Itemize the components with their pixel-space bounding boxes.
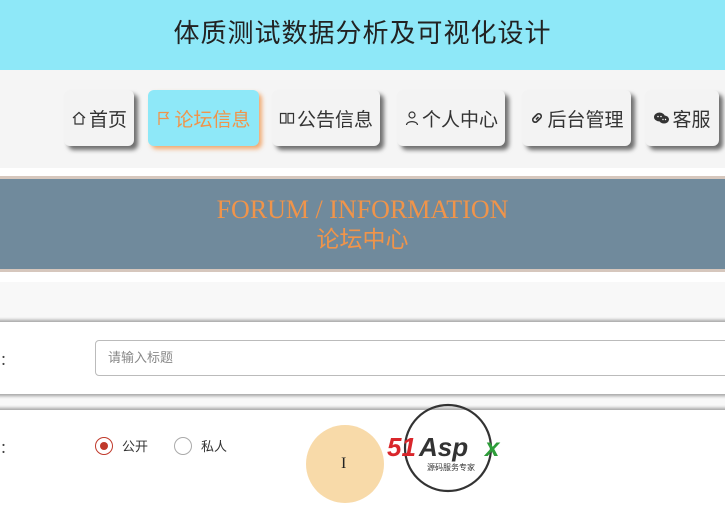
- watermark-logo: 51 Asp x 源码服务专家: [385, 402, 513, 498]
- nav-item-admin[interactable]: 后台管理: [522, 90, 631, 146]
- section-banner: FORUM / INFORMATION 论坛中心: [0, 176, 725, 272]
- chat-icon: [654, 112, 670, 124]
- radio-circle: [174, 436, 192, 455]
- nav-item-label: 后台管理: [547, 108, 624, 131]
- visibility-label: ：: [0, 441, 14, 457]
- banner-title-cn: 论坛中心: [316, 227, 409, 253]
- nav-item-label: 个人中心: [421, 108, 498, 131]
- user-icon: [405, 111, 419, 126]
- nav-item-home[interactable]: 首页: [64, 90, 134, 146]
- site-title: 体质测试数据分析及可视化设计: [173, 18, 552, 49]
- radio-private[interactable]: 私人: [174, 436, 227, 455]
- radio-label: 私人: [201, 440, 228, 455]
- nav-item-label: 公告信息: [296, 108, 373, 131]
- svg-text:源码服务专家: 源码服务专家: [427, 462, 475, 472]
- radio-public[interactable]: 公开: [95, 436, 148, 455]
- radio-circle: [95, 436, 113, 455]
- nav-item-label: 首页: [88, 108, 127, 131]
- link-icon: [532, 113, 543, 123]
- banner-title-en: FORUM / INFORMATION: [216, 195, 509, 224]
- home-icon: [72, 111, 86, 125]
- page-header: 体质测试数据分析及可视化设计: [0, 0, 725, 70]
- nav-item-forum[interactable]: 论坛信息: [148, 90, 259, 146]
- flag-icon: [158, 111, 170, 125]
- nav-item-label: 论坛信息: [174, 108, 251, 131]
- nav-item-notice[interactable]: 公告信息: [272, 90, 380, 146]
- title-input[interactable]: [95, 340, 725, 376]
- main-nav: 首页 论坛信息 公告信息 个人中心 后台管理 客服: [0, 70, 725, 168]
- title-label: ：: [0, 353, 14, 369]
- nav-item-service[interactable]: 客服: [645, 90, 719, 146]
- title-row: ：: [0, 322, 725, 394]
- book-icon: [279, 112, 295, 124]
- svg-text:Asp: Asp: [418, 432, 468, 462]
- text-cursor-icon: I: [341, 455, 347, 472]
- svg-text:x: x: [483, 432, 501, 462]
- nav-item-label: 客服: [672, 108, 711, 131]
- svg-text:51: 51: [387, 432, 416, 462]
- nav-item-profile[interactable]: 个人中心: [397, 90, 505, 146]
- radio-label: 公开: [122, 440, 149, 455]
